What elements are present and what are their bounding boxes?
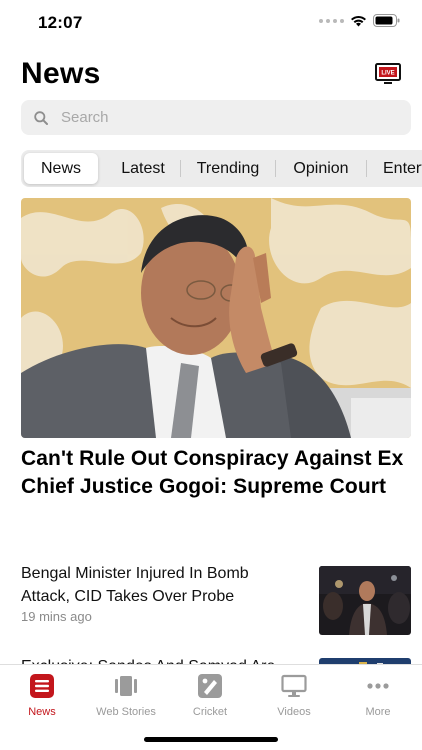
battery-icon bbox=[373, 14, 400, 27]
tab-latest[interactable]: Latest bbox=[106, 153, 180, 184]
tab-bar-cricket-label: Cricket bbox=[192, 706, 228, 718]
live-tv-icon[interactable]: LIVE bbox=[375, 62, 401, 86]
wifi-icon bbox=[351, 15, 366, 26]
tab-bar-news[interactable]: News bbox=[0, 673, 84, 718]
search-bar[interactable] bbox=[21, 100, 411, 135]
news-icon bbox=[30, 674, 54, 698]
tab-news[interactable]: News bbox=[24, 153, 98, 184]
status-icons bbox=[319, 14, 400, 27]
tab-bar-news-label: News bbox=[28, 706, 56, 718]
videos-icon bbox=[281, 674, 307, 697]
story-thumbnail bbox=[319, 566, 411, 635]
page-title: News bbox=[21, 57, 101, 90]
story-item[interactable]: Bengal Minister Injured In Bomb Attack, … bbox=[21, 562, 411, 642]
hero-image[interactable] bbox=[21, 198, 411, 438]
signal-icon bbox=[319, 18, 344, 23]
live-badge-text: LIVE bbox=[381, 71, 394, 77]
story-title: Bengal Minister Injured In Bomb Attack, … bbox=[21, 565, 249, 605]
tab-opinion[interactable]: Opinion bbox=[276, 153, 366, 184]
tab-bar-more-label: More bbox=[365, 706, 391, 718]
hero-headline[interactable]: Can't Rule Out Conspiracy Against Ex Chi… bbox=[21, 445, 416, 501]
tab-trending[interactable]: Trending bbox=[181, 153, 275, 184]
web-stories-icon bbox=[115, 676, 137, 696]
header: News LIVE bbox=[21, 52, 401, 96]
search-icon bbox=[34, 110, 48, 125]
tab-bar-videos[interactable]: Videos bbox=[252, 673, 336, 718]
tab-entertainment[interactable]: Enterta bbox=[367, 153, 422, 184]
home-indicator bbox=[144, 737, 278, 742]
status-time: 12:07 bbox=[38, 13, 83, 32]
more-icon bbox=[367, 683, 389, 689]
tab-bar-cricket[interactable]: Cricket bbox=[168, 673, 252, 718]
search-input[interactable] bbox=[61, 109, 361, 126]
category-tabs: News Latest Trending Opinion Enterta bbox=[21, 150, 422, 187]
tab-bar-videos-label: Videos bbox=[277, 706, 311, 718]
tab-bar-web-stories[interactable]: Web Stories bbox=[84, 673, 168, 718]
cricket-icon bbox=[198, 674, 222, 698]
status-bar: 12:07 bbox=[0, 0, 422, 44]
tab-bar-more[interactable]: More bbox=[336, 673, 420, 718]
tab-bar-web-stories-label: Web Stories bbox=[96, 706, 156, 718]
